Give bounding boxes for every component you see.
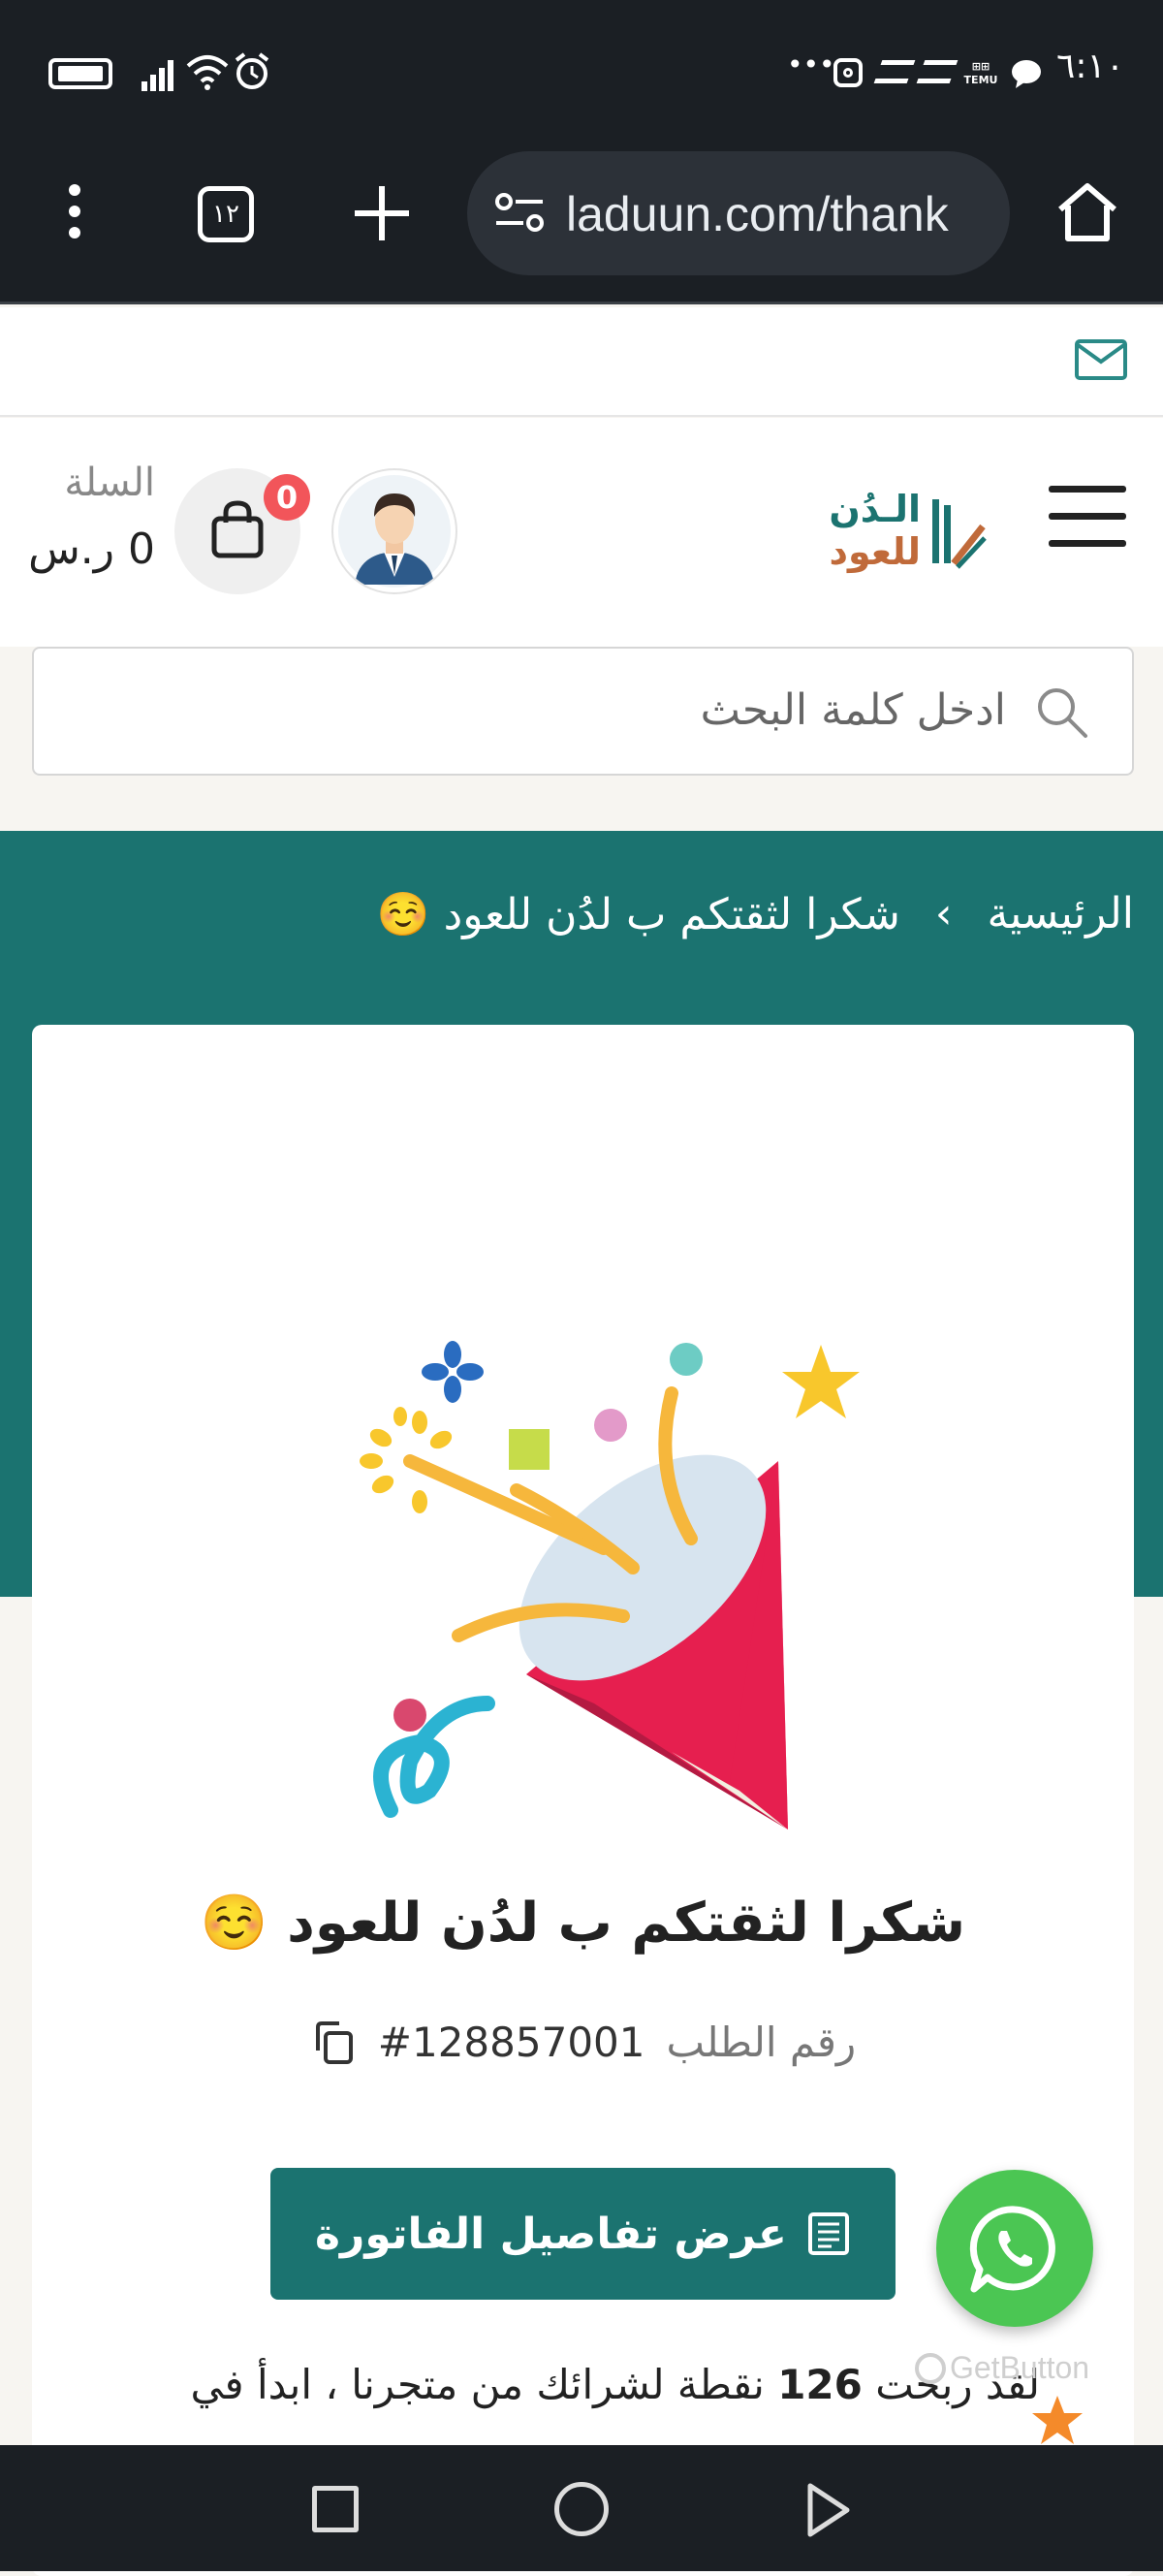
instagram-icon bbox=[833, 58, 863, 87]
mail-icon[interactable] bbox=[1074, 338, 1128, 381]
site-logo[interactable]: الـدُن للعود bbox=[814, 486, 989, 583]
site-header: الـدُن للعود 0 السلة 0 ر.س bbox=[0, 418, 1163, 647]
back-icon[interactable] bbox=[804, 2482, 853, 2538]
logo-text-top: الـدُن bbox=[829, 488, 921, 530]
copy-icon[interactable] bbox=[310, 2019, 357, 2066]
hamburger-menu-icon[interactable] bbox=[1049, 486, 1126, 548]
alarm-icon bbox=[235, 52, 269, 89]
home-icon[interactable] bbox=[1054, 180, 1120, 244]
wifi-icon bbox=[186, 55, 229, 90]
battery-icon bbox=[48, 58, 112, 89]
breadcrumb-current: شكرا لثقتكم ب لدُن للعود ☺️ bbox=[376, 890, 900, 939]
order-number-label: رقم الطلب bbox=[666, 2019, 857, 2066]
menu-dots-icon[interactable] bbox=[64, 184, 87, 242]
thank-you-card: شكرا لثقتكم ب لدُن للعود ☺️ رقم الطلب #1… bbox=[32, 1025, 1134, 2576]
search-placeholder: ادخل كلمة البحث bbox=[700, 685, 1006, 735]
url-text[interactable]: laduun.com/thank bbox=[566, 186, 983, 242]
signal-icon bbox=[141, 60, 173, 91]
more-notifications: ••• bbox=[787, 48, 835, 80]
status-bar: ••• ⊞⊞ TEMU ٦:١٠ bbox=[0, 0, 1163, 145]
new-tab-icon[interactable] bbox=[355, 186, 409, 240]
breadcrumb-home[interactable]: الرئيسية bbox=[987, 889, 1134, 939]
points-value: 126 bbox=[777, 2361, 863, 2408]
order-number: #128857001 bbox=[377, 2019, 645, 2066]
site-settings-icon[interactable] bbox=[494, 192, 545, 235]
site-top-bar bbox=[0, 307, 1163, 417]
logo-mark-icon bbox=[932, 499, 987, 569]
view-invoice-label: عرض تفاصيل الفاتورة bbox=[315, 2209, 787, 2259]
getbutton-credit[interactable]: GetButton bbox=[915, 2350, 1089, 2386]
search-section: ادخل كلمة البحث bbox=[0, 647, 1163, 831]
whatsapp-button[interactable] bbox=[936, 2170, 1093, 2327]
whatsapp-icon bbox=[969, 2206, 1055, 2293]
clock: ٦:١٠ bbox=[1056, 47, 1125, 86]
order-number-row: رقم الطلب #128857001 bbox=[32, 2019, 1134, 2066]
temu-icon: ⊞⊞ TEMU bbox=[963, 60, 998, 86]
party-popper-icon bbox=[360, 1341, 860, 1829]
points-message: لقد ربحت 126 نقطة لشرائك من متجرنا ، ابد… bbox=[190, 2361, 1040, 2408]
view-invoice-button[interactable]: عرض تفاصيل الفاتورة bbox=[270, 2168, 896, 2300]
shopping-bag-icon bbox=[211, 500, 264, 558]
tabs-button[interactable]: ١٢ bbox=[198, 186, 254, 242]
cart-label: السلة bbox=[64, 461, 155, 505]
search-icon[interactable] bbox=[1035, 685, 1089, 740]
logo-text-bottom: للعود bbox=[829, 530, 921, 573]
receipt-icon bbox=[807, 2212, 849, 2255]
page-title: شكرا لثقتكم ب لدُن للعود ☺️ bbox=[200, 1892, 966, 1955]
getbutton-icon bbox=[915, 2352, 946, 2384]
home-nav-icon[interactable] bbox=[554, 2482, 609, 2536]
tab-count: ١٢ bbox=[212, 200, 239, 229]
address-bar[interactable]: laduun.com/thank bbox=[467, 151, 1010, 275]
breadcrumb-separator: › bbox=[934, 889, 953, 938]
star-icon bbox=[1032, 2396, 1083, 2444]
cart-total: 0 ر.س bbox=[28, 525, 155, 574]
system-nav-bar bbox=[0, 2445, 1163, 2571]
breadcrumb: الرئيسية › شكرا لثقتكم ب لدُن للعود ☺️ bbox=[377, 889, 1134, 939]
recents-icon[interactable] bbox=[312, 2486, 359, 2532]
app-notification-icon bbox=[916, 60, 959, 83]
chat-icon bbox=[1012, 60, 1041, 88]
user-avatar[interactable] bbox=[331, 468, 457, 594]
cart-count-badge: 0 bbox=[264, 474, 310, 521]
browser-toolbar: ١٢ laduun.com/thank bbox=[0, 145, 1163, 304]
search-input[interactable]: ادخل كلمة البحث bbox=[32, 647, 1134, 776]
app-notification-icon bbox=[873, 60, 916, 83]
user-icon bbox=[338, 475, 451, 588]
getbutton-label: GetButton bbox=[950, 2350, 1090, 2385]
